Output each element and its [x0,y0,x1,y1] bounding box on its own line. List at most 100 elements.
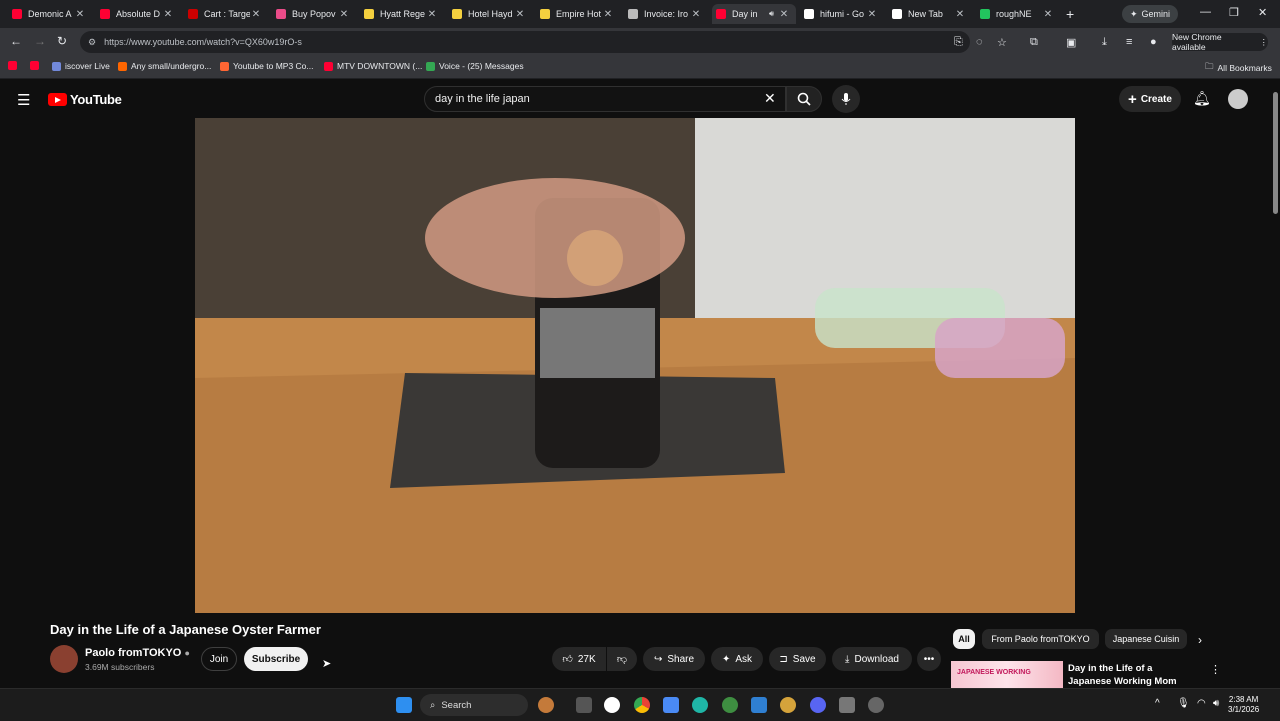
browser-tab[interactable]: Hyatt Rege ✕ [360,4,444,24]
tab-close-icon[interactable]: ✕ [162,9,174,20]
bookmark-item[interactable]: Any small/undergro... [118,61,211,71]
download-icon[interactable]: ⤓ [1102,36,1107,49]
tab-close-icon[interactable]: ✕ [426,9,438,20]
split-view-icon[interactable]: ▣ [1066,36,1076,49]
notifications-bell-icon[interactable]: 🔔︎ [1193,90,1211,107]
dislike-button[interactable]: 👎︎ [607,647,637,671]
browser-tab[interactable]: roughNE ✕ [976,4,1060,24]
minimize-icon[interactable]: — [1200,6,1211,18]
task-view-icon[interactable] [576,697,592,713]
bookmark-item[interactable]: Voice - (25) Messages [426,61,524,71]
tab-close-icon[interactable]: ✕ [514,9,526,20]
save-button[interactable]: ⊐ Save [769,647,826,671]
browser-tab[interactable]: Day in 🔊︎ ✕ [712,4,796,24]
tab-close-icon[interactable]: ✕ [74,9,86,20]
browser-tab[interactable]: Buy Popov ✕ [272,4,356,24]
address-bar[interactable]: ⚙ https://www.youtube.com/watch?v=QX60w1… [80,31,970,53]
subscribe-button[interactable]: Subscribe [244,647,308,671]
clock-app-icon[interactable] [604,697,620,713]
tray-mic-icon[interactable]: 🎙︎ [1177,698,1190,709]
chrome-active-icon[interactable] [722,697,738,713]
chip-from-channel[interactable]: From Paolo fromTOKYO [982,629,1099,649]
bookmark-item[interactable] [30,61,39,70]
tab-close-icon[interactable]: ✕ [778,9,790,20]
tab-close-icon[interactable]: ✕ [866,9,878,20]
browser-tab[interactable]: Absolute D ✕ [96,4,180,24]
ask-button[interactable]: ✦ Ask [711,647,763,671]
install-app-icon[interactable]: ⎘ [954,36,963,49]
wifi-icon[interactable]: ◠ [1197,698,1206,709]
reload-icon[interactable]: ↻ [57,34,67,48]
scrollbar-thumb[interactable] [1273,92,1278,214]
tab-audio-icon[interactable]: 🔊︎ [769,9,774,19]
windows-start-icon[interactable] [396,697,412,713]
chip-next-icon[interactable]: › [1198,633,1202,647]
tab-close-icon[interactable]: ✕ [602,9,614,20]
calculator-icon[interactable] [839,697,855,713]
widget-icon[interactable] [538,697,554,713]
forward-icon[interactable]: → [34,34,46,48]
taskbar-search[interactable]: ⌕ Search [420,694,528,716]
create-button[interactable]: + Create [1119,86,1181,112]
download-button[interactable]: ⤓ Download [832,647,912,671]
tray-chevron-icon[interactable]: ^ [1155,698,1160,709]
browser-tab[interactable]: Hotel Hayd ✕ [448,4,532,24]
recommended-video-menu-icon[interactable]: ⋮ [1210,663,1221,676]
recommended-video-thumbnail[interactable]: JAPANESE WORKING [951,661,1063,689]
tab-close-icon[interactable]: ✕ [690,9,702,20]
youtube-logo[interactable]: YouTube [48,92,122,107]
bookmark-item[interactable]: MTV DOWNTOWN (... [324,61,422,71]
vscode-icon[interactable] [751,697,767,713]
hide-icon[interactable]: ◌ [976,36,983,48]
discord-icon[interactable] [810,697,826,713]
share-button[interactable]: ↪ Share [643,647,705,671]
channel-avatar[interactable] [50,645,78,673]
tab-close-icon[interactable]: ✕ [1042,9,1054,20]
chip-all[interactable]: All [953,629,975,649]
profile-icon[interactable]: ● [1150,36,1157,48]
back-icon[interactable]: ← [10,34,22,48]
channel-name[interactable]: Paolo fromTOKYO ● [85,647,190,659]
bookmark-star-icon[interactable]: ☆ [997,36,1007,49]
tab-close-icon[interactable]: ✕ [250,9,262,20]
window-close-icon[interactable]: ✕ [1258,6,1267,19]
voice-search-button[interactable] [832,85,860,113]
browser-tab[interactable]: New Tab ✕ [888,4,972,24]
volume-icon[interactable]: 🔊︎ [1213,698,1219,709]
bookmark-item[interactable] [8,61,17,70]
menu-icon[interactable]: ☰ [17,91,30,109]
like-button[interactable]: 👍︎ 27K [552,647,606,671]
search-button[interactable] [786,86,822,112]
new-chrome-available-button[interactable]: New Chrome available ⋮ [1172,32,1268,52]
browser-tab[interactable]: Empire Hot ✕ [536,4,620,24]
video-player[interactable] [195,118,1075,613]
page-scrollbar[interactable] [1270,80,1280,688]
extensions-icon[interactable]: ⧉ [1030,36,1038,49]
maximize-icon[interactable]: ❐ [1229,6,1239,19]
new-tab-button[interactable]: + [1066,6,1074,22]
account-avatar[interactable] [1228,89,1248,109]
chip-japanese-cuisine[interactable]: Japanese Cuisin [1105,629,1187,649]
browser-tab[interactable]: Invoice: Iro ✕ [624,4,708,24]
app-icon[interactable] [868,697,884,713]
reading-list-icon[interactable]: ≡ [1126,36,1132,48]
browser-tab[interactable]: Cart : Targe ✕ [184,4,268,24]
clear-search-icon[interactable]: ✕ [764,90,776,107]
gemini-button[interactable]: ✦ Gemini [1122,5,1178,23]
bookmark-item[interactable]: iscover Live [52,61,110,71]
site-info-icon[interactable]: ⚙ [88,37,96,48]
tab-close-icon[interactable]: ✕ [338,9,350,20]
recommended-video-title[interactable]: Day in the Life of a Japanese Working Mo… [1068,662,1198,688]
search-input[interactable]: day in the life japan [424,86,786,112]
browser-tab[interactable]: hifumi - Go ✕ [800,4,884,24]
join-button[interactable]: Join [201,647,237,671]
chrome-icon[interactable] [634,697,650,713]
copilot-icon[interactable] [663,697,679,713]
bookmark-item[interactable]: Youtube to MP3 Co... [220,61,314,71]
tab-close-icon[interactable]: ✕ [954,9,966,20]
taskbar-clock[interactable]: 2:38 AM 3/1/2026 [1228,695,1259,715]
edge-icon[interactable] [692,697,708,713]
browser-tab[interactable]: Demonic A ✕ [8,4,92,24]
more-actions-button[interactable]: ••• [917,647,941,671]
browser-alt-icon[interactable] [780,697,796,713]
